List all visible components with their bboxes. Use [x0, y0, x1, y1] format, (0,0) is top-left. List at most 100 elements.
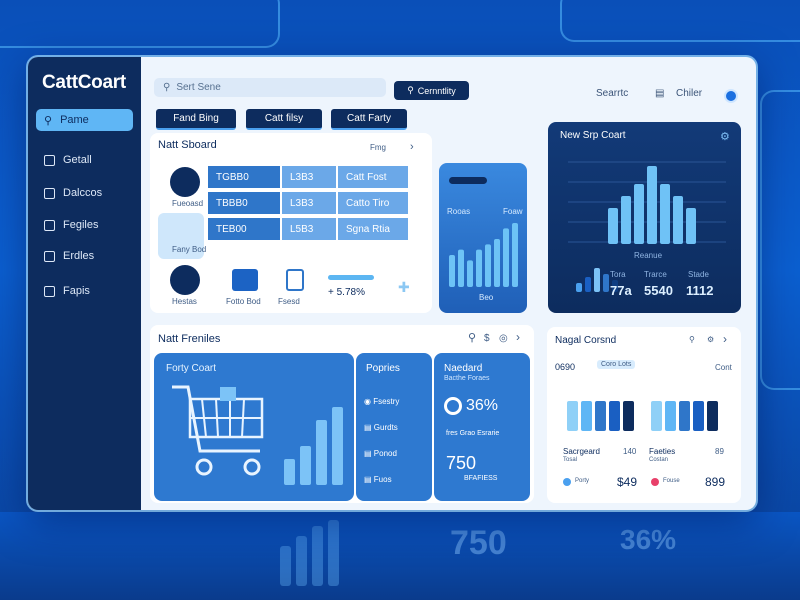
- panel-title: Popries: [366, 363, 400, 374]
- chart-bar: [647, 166, 657, 244]
- chart-caption: Beo: [479, 293, 494, 302]
- chart-bar: [595, 401, 606, 431]
- tab-fand-bing[interactable]: Fand Bing: [156, 109, 236, 130]
- chart-bar: [621, 196, 631, 244]
- chart-bar: [603, 274, 609, 292]
- table-row[interactable]: Catto Tiro: [338, 192, 408, 214]
- stat-price: $49: [617, 475, 638, 489]
- decor-line: [0, 0, 280, 48]
- stat-note: Porty: [575, 478, 590, 484]
- card-title: Natt Sboard: [158, 139, 217, 151]
- list-item[interactable]: ▤ Gurdts: [364, 423, 398, 432]
- chart-bar: [609, 401, 620, 431]
- metric-panel: Naedard Bacthe Foraes 36% fres Grao Esra…: [434, 353, 530, 501]
- chart-bar: [503, 228, 509, 287]
- search-icon[interactable]: ⚲: [468, 331, 476, 344]
- table-row[interactable]: TBBB0: [208, 192, 280, 214]
- chevron-right-icon[interactable]: ›: [410, 141, 414, 153]
- sidebar-item-active[interactable]: ⚲ Pame: [36, 109, 133, 131]
- sidebar-item-fegiles[interactable]: Fegiles: [44, 219, 98, 231]
- panel-subtitle: Bacthe Foraes: [444, 375, 490, 382]
- settings-icon[interactable]: ⚙: [707, 335, 714, 344]
- row-code: TGBB0: [216, 171, 249, 183]
- metric-value-caption: BFAFIESS: [464, 475, 498, 482]
- reflection-bar: [280, 546, 291, 586]
- reflection-bar: [328, 520, 339, 586]
- app-icon[interactable]: [170, 167, 200, 197]
- reflection-text: 36%: [620, 524, 677, 555]
- pin-icon[interactable]: ⚲: [689, 335, 695, 344]
- status-dot: [651, 478, 659, 486]
- header-search-label[interactable]: Searrtc: [596, 88, 628, 99]
- chart-bar: [476, 249, 482, 287]
- chart-bar: [707, 401, 718, 431]
- chrome-icon[interactable]: ◎: [499, 333, 508, 344]
- chart-bar: [679, 401, 690, 431]
- reflection-floor: 750 36%: [0, 512, 800, 600]
- list-item-label: Ponod: [373, 449, 397, 458]
- sidebar-item-label: Dalccos: [63, 187, 103, 199]
- chart-caption: Reanue: [634, 251, 663, 260]
- reflection-bar: [296, 536, 307, 586]
- chart-bar: [693, 401, 704, 431]
- table-row[interactable]: Sgna Rtia: [338, 218, 408, 240]
- row-right: Catt Fost: [346, 171, 387, 183]
- chart-bar: [467, 260, 473, 287]
- mid-chart-card: Rooas Foaw Beo: [439, 163, 527, 313]
- folder-icon[interactable]: [232, 269, 258, 291]
- mini-bar-chart: [567, 401, 634, 431]
- row-right: Catto Tiro: [346, 197, 390, 209]
- center-button[interactable]: ⚲ Cernntlity: [394, 81, 469, 100]
- decor-line: [560, 0, 800, 42]
- mid-bar-chart: [449, 223, 518, 287]
- list-item[interactable]: ◉ Fsestry: [364, 397, 399, 406]
- sidebar-item-erdles[interactable]: Erdles: [44, 250, 94, 262]
- card-id: 0690: [555, 362, 576, 372]
- table-row[interactable]: Catt Fost: [338, 166, 408, 188]
- table-row[interactable]: TEB00: [208, 218, 280, 240]
- reflection-bar: [312, 526, 323, 586]
- card-link[interactable]: Fmg: [370, 143, 386, 152]
- card-title: Natt Freniles: [158, 333, 221, 345]
- tab-catt-filsy[interactable]: Catt filsy: [246, 109, 322, 130]
- user-name[interactable]: Chiler: [676, 88, 702, 99]
- status-badge: Coro Lots: [597, 360, 636, 369]
- chevron-right-icon[interactable]: ›: [723, 332, 727, 346]
- chart-bar: [660, 184, 670, 244]
- card-link[interactable]: Cont: [715, 363, 732, 372]
- sidebar-item-fapis[interactable]: Fapis: [44, 285, 90, 297]
- chart-bar: [623, 401, 634, 431]
- calendar-icon[interactable]: ▤: [655, 88, 664, 99]
- stat-label: Trarce: [644, 270, 667, 279]
- sidebar-item-dalccos[interactable]: Dalccos: [44, 187, 102, 199]
- item-label: Hestas: [172, 297, 197, 306]
- chart-icon: [44, 285, 55, 297]
- tag-icon[interactable]: [170, 265, 200, 295]
- table-row[interactable]: L5B3: [282, 218, 336, 240]
- list-item-label: Fuos: [373, 475, 392, 484]
- files-icon: [44, 219, 55, 231]
- table-row[interactable]: L3B3: [282, 166, 336, 188]
- center-button-label: Cernntlity: [417, 85, 456, 96]
- chevron-right-icon[interactable]: ›: [516, 330, 520, 344]
- table-row[interactable]: TGBB0: [208, 166, 280, 188]
- box-icon[interactable]: [286, 269, 304, 291]
- dollar-icon[interactable]: $: [484, 333, 490, 344]
- sidebar-item-getall[interactable]: Getall: [44, 154, 92, 166]
- list-item[interactable]: ▤ Ponod: [364, 449, 397, 458]
- stat-value: 77a: [610, 283, 632, 298]
- metric-value: 750: [446, 453, 477, 473]
- row-mid: L3B3: [290, 197, 314, 209]
- search-input[interactable]: ⚲ Sert Sene: [154, 78, 386, 97]
- chart-bar: [651, 401, 662, 431]
- list-icon: [44, 250, 55, 262]
- stat-note: Fouse: [663, 478, 680, 484]
- list-item[interactable]: ▤ Fuos: [364, 475, 392, 484]
- search-icon: ⚲: [407, 85, 414, 95]
- avatar[interactable]: [724, 89, 738, 103]
- table-row[interactable]: L3B3: [282, 192, 336, 214]
- tab-catt-farty[interactable]: Catt Farty: [331, 109, 407, 130]
- pin-icon[interactable]: ✚: [398, 279, 410, 296]
- stat-sub: Tosal: [563, 457, 578, 463]
- chart-bar: [581, 401, 592, 431]
